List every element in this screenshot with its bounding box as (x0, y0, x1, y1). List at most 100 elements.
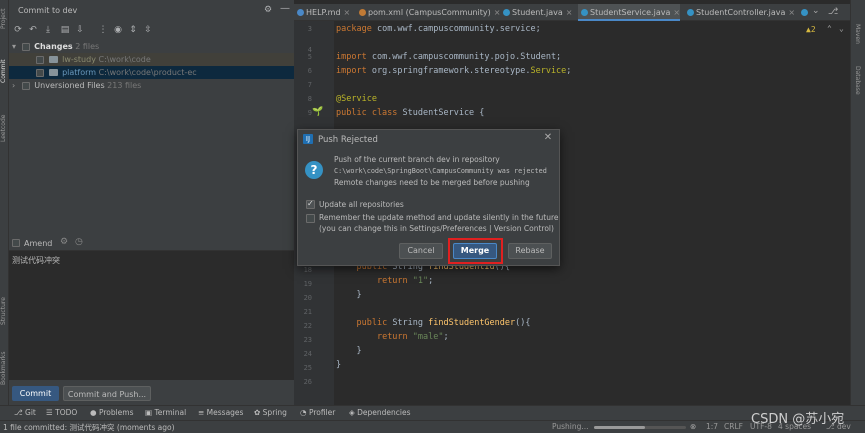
push-rejected-dialog: IJ Push Rejected ✕ ? Push of the current… (297, 129, 560, 266)
progress-fill (594, 426, 645, 429)
markdown-file-icon (297, 9, 304, 16)
unversioned-checkbox[interactable] (21, 81, 30, 90)
vcs-branch-icon[interactable]: ⎇ (828, 7, 838, 17)
commit-message-area[interactable]: 测试代码冲突 (9, 250, 294, 380)
change-item-lw-study[interactable]: lw-study C:\work\code (9, 53, 294, 66)
tool-window-bar: ⎇ Git ☰ TODO ● Problems ▣ Terminal ≡ Mes… (0, 405, 865, 420)
right-tool-stripe: Maven Database (850, 0, 865, 405)
change-item-name: lw-study (62, 55, 96, 64)
code-line: return "male"; (376, 332, 449, 342)
commit-message-text: 测试代码冲突 (12, 256, 60, 265)
code-line: } (336, 360, 342, 370)
history-icon[interactable]: ◷ (75, 237, 83, 247)
close-icon[interactable]: × (344, 8, 351, 17)
todo-tool-button[interactable]: ☰ TODO (46, 408, 77, 417)
tab-student-java[interactable]: Student.java × (500, 4, 573, 21)
rebase-button[interactable]: Rebase (508, 243, 552, 259)
tab-studentcontroller-java[interactable]: StudentController.java × (684, 4, 795, 21)
close-icon[interactable]: × (788, 8, 795, 17)
class-icon (503, 9, 510, 16)
close-icon[interactable]: ✕ (542, 132, 554, 143)
commit-and-push-button[interactable]: Commit and Push... (63, 386, 151, 401)
leetcode-tool-tab[interactable]: Leetcode (0, 108, 9, 148)
update-all-checkbox[interactable] (306, 199, 315, 209)
remember-checkbox[interactable] (306, 214, 315, 223)
change-item-platform[interactable]: platform C:\work\code\product-ec (9, 66, 294, 79)
code-line: package com.wwf.campuscommunity.service; (336, 24, 541, 34)
changes-count: 2 files (75, 42, 100, 51)
merge-button[interactable]: Merge (453, 243, 497, 259)
update-all-label[interactable]: Update all repositories (319, 200, 404, 209)
cancel-progress-icon[interactable]: ⊗ (690, 422, 696, 431)
problems-tool-button[interactable]: ● Problems (90, 408, 134, 417)
change-item-checkbox[interactable] (36, 55, 44, 64)
dialog-message-line2: C:\work\code\SpringBoot\CampusCommunity … (334, 167, 547, 175)
spring-tool-button[interactable]: ✿ Spring (254, 408, 287, 417)
tab-overflow[interactable] (798, 4, 810, 21)
project-tool-tab[interactable]: Project (0, 4, 9, 34)
warnings-indicator[interactable]: ▲2 (806, 25, 816, 34)
remember-hint: (you can change this in Settings/Prefere… (319, 224, 554, 233)
eye-icon[interactable]: ◉ (112, 24, 124, 36)
code-line: import com.wwf.campuscommunity.pojo.Stud… (336, 52, 562, 62)
amend-checkbox[interactable] (12, 239, 20, 247)
minimize-icon[interactable]: — (280, 3, 290, 14)
shelve-icon[interactable]: ⇩ (74, 24, 86, 36)
code-line: } (336, 290, 362, 300)
folder-icon (48, 56, 58, 63)
cancel-button[interactable]: Cancel (399, 243, 443, 259)
status-message[interactable]: 1 file committed: 测试代码冲突 (moments ago) (3, 422, 175, 433)
code-line: return "1"; (376, 276, 434, 286)
maven-tool-tab[interactable]: Maven (854, 24, 861, 44)
structure-tool-tab[interactable]: Structure (0, 290, 9, 332)
settings-icon[interactable]: ⚙ (60, 237, 68, 247)
spring-bean-icon[interactable]: 🌱 (312, 107, 323, 117)
tab-studentservice-java[interactable]: StudentService.java × (578, 4, 680, 21)
amend-label[interactable]: Amend (24, 239, 52, 248)
maven-file-icon (359, 9, 366, 16)
refresh-icon[interactable]: ⟳ (12, 24, 24, 36)
group-by-icon[interactable]: ⋮ (97, 24, 109, 36)
changes-checkbox[interactable] (21, 42, 30, 51)
database-tool-tab[interactable]: Database (854, 66, 861, 95)
unversioned-label: Unversioned Files (34, 81, 105, 90)
update-project-icon[interactable]: ⤓ (42, 24, 54, 36)
collapse-all-icon[interactable]: ⇳ (142, 24, 154, 36)
close-icon[interactable]: × (566, 8, 573, 17)
commit-button[interactable]: Commit (12, 386, 59, 401)
watermark: CSDN @苏小宛 (751, 412, 845, 427)
chevron-down-icon[interactable]: ▾ (12, 42, 16, 51)
dialog-title: Push Rejected (318, 135, 378, 145)
remember-label[interactable]: Remember the update method and update si… (319, 213, 559, 222)
expand-all-icon[interactable]: ⇕ (127, 24, 139, 36)
code-line: import org.springframework.stereotype.Se… (336, 66, 572, 76)
unversioned-group-row[interactable]: › Unversioned Files 213 files (9, 79, 294, 92)
class-icon (581, 9, 588, 16)
class-icon (687, 9, 694, 16)
line-separator[interactable]: CRLF (724, 422, 743, 431)
chevron-right-icon[interactable]: › (12, 81, 15, 90)
dependencies-tool-button[interactable]: ◈ Dependencies (349, 408, 411, 417)
tab-help-md[interactable]: HELP.md × (294, 4, 350, 21)
editor-tab-bar: HELP.md × pom.xml (CampusCommunity) × Stud… (294, 4, 850, 21)
caret-position[interactable]: 1:7 (706, 422, 718, 431)
change-item-path: C:\work\code (98, 55, 151, 64)
gear-icon[interactable]: ⚙ (264, 5, 272, 15)
rollback-icon[interactable]: ↶ (27, 24, 39, 36)
bookmarks-tool-tab[interactable]: Bookmarks (0, 345, 9, 391)
git-tool-button[interactable]: ⎇ Git (14, 408, 36, 417)
intellij-logo-icon: IJ (303, 134, 313, 144)
commit-tool-tab[interactable]: Commit (0, 56, 9, 86)
changes-group-row[interactable]: ▾ Changes 2 files (9, 40, 294, 53)
chevron-down-icon[interactable]: ⌄ (812, 6, 820, 16)
profiler-tool-button[interactable]: ◔ Profiler (300, 408, 335, 417)
change-item-checkbox[interactable] (36, 68, 44, 77)
close-icon[interactable]: × (673, 8, 680, 17)
show-diff-icon[interactable]: ▤ (59, 24, 71, 36)
tab-pom-xml[interactable]: pom.xml (CampusCommunity) × (356, 4, 500, 21)
messages-tool-button[interactable]: ≡ Messages (198, 408, 243, 417)
terminal-tool-button[interactable]: ▣ Terminal (145, 408, 186, 417)
chevron-down-icon[interactable]: ⌄ (839, 24, 844, 33)
chevron-up-icon[interactable]: ⌃ (827, 24, 832, 33)
progress-bar (594, 426, 686, 429)
